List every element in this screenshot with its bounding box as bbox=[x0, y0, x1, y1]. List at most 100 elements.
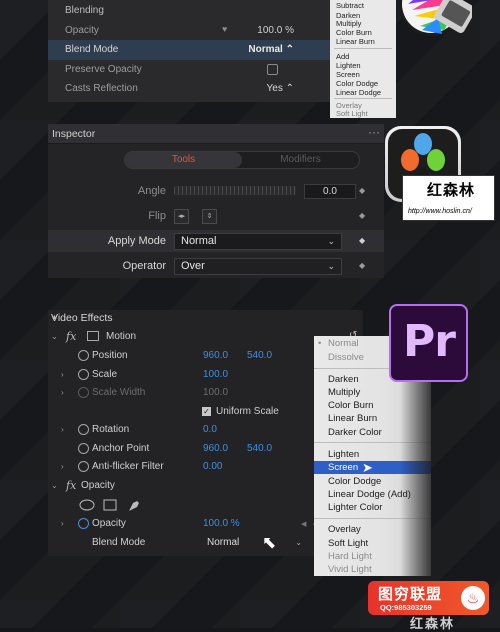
mouse-cursor-icon: ➤ bbox=[362, 460, 373, 475]
fcp-row-opacity[interactable]: Opacity ♥ 100.0 % bbox=[48, 21, 330, 41]
fcp-blend-mode-value[interactable]: Normal ⌃ bbox=[248, 44, 294, 55]
expand-triangle-icon[interactable]: › bbox=[61, 519, 64, 528]
tuqiong-logo: 图穷联盟 QQ:985303259 ♨ bbox=[368, 581, 489, 615]
flip-vertical-icon[interactable]: ⇕ bbox=[202, 209, 217, 224]
chevron-down-icon: ⌄ bbox=[327, 261, 335, 271]
fcp-menu-item[interactable]: Color Dodge bbox=[336, 79, 378, 88]
scale-width-label: Scale Width bbox=[92, 387, 146, 398]
fcp-casts-reflection-value[interactable]: Yes ⌃ bbox=[267, 83, 294, 94]
fcp-menu-item[interactable]: Add bbox=[336, 52, 349, 61]
tab-tools[interactable]: Tools bbox=[125, 152, 242, 168]
stopwatch-icon[interactable] bbox=[78, 369, 89, 380]
fcp-menu-item[interactable]: Lighten bbox=[336, 61, 361, 70]
logo-qq: QQ:985303259 bbox=[380, 603, 432, 612]
ellipse-mask-icon[interactable] bbox=[79, 499, 95, 511]
flip-horizontal-icon[interactable]: ◂▸ bbox=[174, 209, 189, 224]
motion-transform-icon[interactable] bbox=[87, 331, 99, 341]
blend-mode-row: Blend Mode Normal ⌄ bbox=[48, 534, 348, 553]
expand-triangle-icon[interactable]: › bbox=[61, 370, 64, 379]
premiere-pro-icon: Pr bbox=[389, 304, 468, 382]
fcp-row-blend-mode[interactable]: Blend Mode Normal ⌃ bbox=[48, 40, 330, 60]
expand-triangle-icon[interactable]: ⌄ bbox=[51, 332, 58, 341]
opacity-value[interactable]: 100.0 % bbox=[203, 518, 240, 529]
angle-input[interactable]: 0.0 bbox=[304, 184, 356, 199]
anti-flicker-value[interactable]: 0.00 bbox=[203, 461, 222, 472]
fcp-menu-item[interactable]: Multiply bbox=[336, 19, 361, 28]
anchor-x-value[interactable]: 960.0 bbox=[203, 443, 228, 454]
preserve-opacity-checkbox[interactable] bbox=[267, 64, 278, 75]
fcp-row-casts-reflection[interactable]: Casts Reflection Yes ⌃ bbox=[48, 79, 330, 99]
fx-badge[interactable]: fx bbox=[66, 479, 76, 492]
menu-item-linear-dodge[interactable]: Linear Dodge (Add) bbox=[328, 489, 411, 500]
flip-label: Flip bbox=[148, 210, 166, 222]
fcp-menu-item[interactable]: Color Burn bbox=[336, 28, 372, 37]
more-options-icon[interactable]: ··· bbox=[368, 125, 380, 139]
scale-value[interactable]: 100.0 bbox=[203, 369, 228, 380]
menu-item-lighter-color[interactable]: Lighter Color bbox=[328, 502, 382, 513]
stopwatch-icon[interactable] bbox=[78, 443, 89, 454]
menu-item-hard-light[interactable]: Hard Light bbox=[328, 551, 372, 562]
rotation-row: › Rotation 0.0 bbox=[48, 421, 348, 440]
angle-slider[interactable] bbox=[174, 186, 296, 195]
fx-badge[interactable]: fx bbox=[66, 330, 76, 343]
motion-row[interactable]: ⌄ fx Motion ↺ bbox=[48, 328, 357, 347]
stopwatch-icon[interactable] bbox=[78, 461, 89, 472]
keyframe-diamond-icon[interactable]: ◆ bbox=[359, 236, 365, 245]
menu-item-linear-burn[interactable]: Linear Burn bbox=[328, 413, 377, 424]
fcp-menu-item[interactable]: Screen bbox=[336, 70, 360, 79]
collapse-triangle-icon[interactable]: ▲ bbox=[51, 314, 359, 321]
pen-mask-icon[interactable] bbox=[127, 499, 141, 512]
position-y-value[interactable]: 540.0 bbox=[247, 350, 272, 361]
rectangle-mask-icon[interactable] bbox=[103, 499, 117, 511]
menu-item-lighten[interactable]: Lighten bbox=[328, 449, 359, 460]
blend-mode-dropdown[interactable]: Normal ⌄ bbox=[203, 535, 308, 550]
menu-item-dissolve[interactable]: Dissolve bbox=[328, 352, 364, 363]
keyframe-diamond-icon[interactable]: ◆ bbox=[359, 211, 365, 220]
stopwatch-icon[interactable] bbox=[78, 350, 89, 361]
operator-select[interactable]: Over ⌄ bbox=[174, 258, 342, 275]
fcp-row-preserve-opacity[interactable]: Preserve Opacity bbox=[48, 60, 330, 80]
expand-triangle-icon[interactable]: ⌄ bbox=[51, 481, 58, 490]
fcp-menu-item[interactable]: Soft Light bbox=[336, 109, 368, 118]
menu-item-darken[interactable]: Darken bbox=[328, 374, 359, 385]
expand-triangle-icon[interactable]: › bbox=[61, 425, 64, 434]
apply-mode-select[interactable]: Normal ⌄ bbox=[174, 233, 342, 250]
menu-item-overlay[interactable]: Overlay bbox=[328, 524, 361, 535]
expand-triangle-icon[interactable]: › bbox=[61, 388, 64, 397]
stopwatch-icon[interactable] bbox=[78, 424, 89, 435]
chevron-down-icon: ⌄ bbox=[295, 538, 302, 547]
fcp-menu-item[interactable]: Linear Burn bbox=[336, 37, 375, 46]
position-row: Position 960.0 540.0 ↺ bbox=[48, 347, 357, 366]
mask-tools-row bbox=[48, 496, 348, 515]
anti-flicker-row: › Anti-flicker Filter 0.00 bbox=[48, 458, 348, 477]
fcp-opacity-value[interactable]: 100.0 % bbox=[257, 25, 294, 36]
keyframe-diamond-icon[interactable]: ◆ bbox=[359, 261, 365, 270]
fcp-menu-item[interactable]: Linear Dodge bbox=[336, 88, 381, 97]
menu-item-color-burn[interactable]: Color Burn bbox=[328, 400, 373, 411]
menu-item-multiply[interactable]: Multiply bbox=[328, 387, 360, 398]
uniform-scale-checkbox[interactable]: ✓ bbox=[202, 407, 211, 416]
keyframe-diamond-icon[interactable]: ◆ bbox=[359, 186, 365, 195]
scale-row: › Scale 100.0 ↺ bbox=[48, 366, 357, 385]
expand-triangle-icon[interactable]: › bbox=[61, 462, 64, 471]
fcp-opacity-label: Opacity bbox=[65, 25, 99, 36]
prev-keyframe-icon[interactable]: ◀ bbox=[301, 520, 306, 528]
uniform-scale-row: ✓ Uniform Scale bbox=[48, 403, 348, 422]
tab-modifiers[interactable]: Modifiers bbox=[242, 152, 359, 168]
opacity-group-row[interactable]: ⌄ fx Opacity bbox=[48, 477, 348, 496]
flip-row: Flip ◂▸ ⇕ ◆ bbox=[48, 205, 384, 227]
menu-item-vivid-light[interactable]: Vivid Light bbox=[328, 564, 372, 575]
keyframe-heart-icon[interactable]: ♥ bbox=[222, 24, 227, 34]
stopwatch-icon[interactable] bbox=[78, 518, 89, 529]
rotation-label: Rotation bbox=[92, 424, 130, 435]
menu-item-soft-light[interactable]: Soft Light bbox=[328, 538, 368, 549]
rotation-value[interactable]: 0.0 bbox=[203, 424, 217, 435]
fcp-blend-mode-label: Blend Mode bbox=[65, 44, 119, 55]
menu-item-color-dodge[interactable]: Color Dodge bbox=[328, 476, 381, 487]
anchor-y-value[interactable]: 540.0 bbox=[247, 443, 272, 454]
angle-row: Angle 0.0 ◆ bbox=[48, 180, 384, 202]
position-x-value[interactable]: 960.0 bbox=[203, 350, 228, 361]
menu-item-normal[interactable]: Normal bbox=[328, 338, 359, 349]
menu-item-darker-color[interactable]: Darker Color bbox=[328, 427, 382, 438]
fcp-menu-item[interactable]: Subtract bbox=[336, 1, 364, 10]
